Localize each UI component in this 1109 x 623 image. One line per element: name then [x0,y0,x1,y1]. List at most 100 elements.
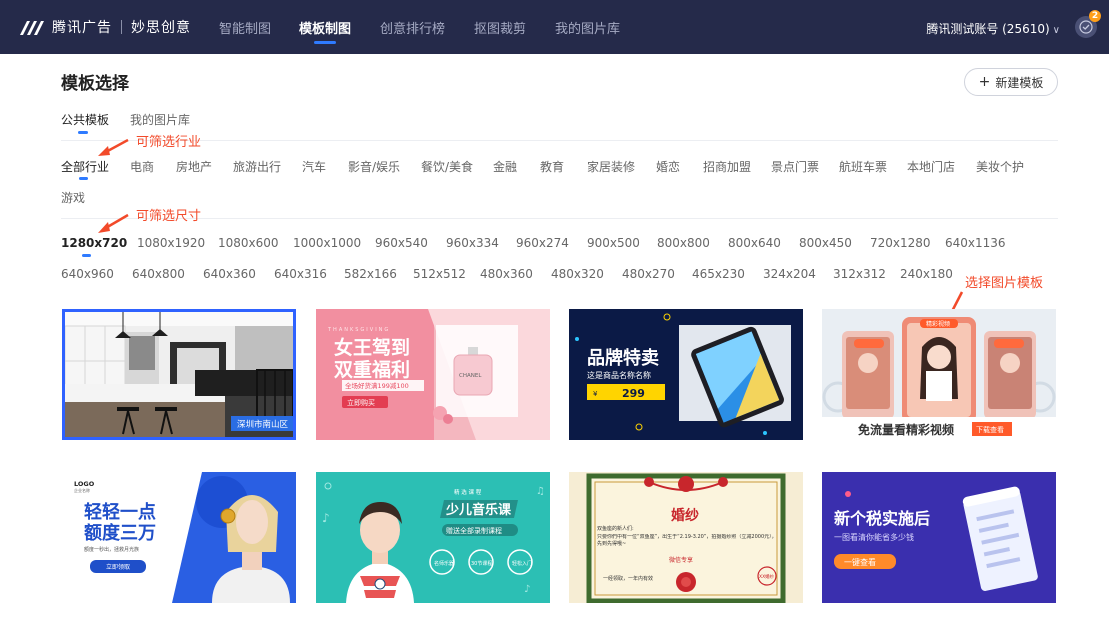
tab-public-templates[interactable]: 公共模板 [61,111,109,128]
template-card-wedding[interactable]: 婚纱 双鱼座的新人们: 只要你們中有一位“双鱼座”，出生于“2.19-3.20”… [569,472,803,603]
tab-my-library[interactable]: 我的图片库 [130,111,190,128]
filter-size[interactable]: 480x270 [622,267,675,281]
svg-text:♫: ♫ [536,486,545,497]
card-cta: 一键查看 [844,557,876,567]
card-video-tag: 精彩视频 [926,320,950,328]
filter-size[interactable]: 960x540 [375,236,428,250]
card-subtitle: 额度一秒出，拯救月光族 [84,546,139,553]
nav-smart-design[interactable]: 智能制图 [219,18,271,37]
nav-cutout-crop[interactable]: 抠图裁剪 [474,18,526,37]
template-thumbnail-video: 精彩视频 免流量看精彩视频 下载查看 [822,309,1056,440]
logo-separator [121,20,122,34]
template-card-video[interactable]: 精彩视频 免流量看精彩视频 下载查看 [822,309,1056,440]
annotation-arrow-icon [98,138,129,156]
filter-size[interactable]: 640x800 [132,267,185,281]
filter-size[interactable]: 1080x600 [218,236,279,250]
filter-size-selected[interactable]: 1280x720 [61,236,127,250]
filter-industry[interactable]: 教育 [540,158,564,175]
filter-industry[interactable]: 游戏 [61,189,85,206]
card-title: 免流量看精彩视频 [858,422,954,437]
filter-industry[interactable]: 本地门店 [907,158,955,175]
template-thumbnail-brand-sale: 品牌特卖 这是商品名称名称 ¥ 299 [569,309,803,440]
new-template-button[interactable]: + 新建模板 [964,68,1058,96]
template-thumbnail-tax: 新个税实施后 一图看清你能省多少钱 一键查看 [822,472,1056,603]
nav-my-library[interactable]: 我的图片库 [555,18,620,37]
brand-logo[interactable]: 腾讯广告 妙思创意 [18,17,191,37]
filter-industry[interactable]: 餐饮/美食 [421,158,473,175]
template-card-music-class[interactable]: ♪ ♫ ♪ 精 选 课 程 少儿音乐课 赠送全部录制课程 名师乐器 30节课程 … [316,472,550,603]
nav-template-design[interactable]: 模板制图 [299,18,351,37]
filter-industry[interactable]: 旅游出行 [233,158,281,175]
new-template-label: 新建模板 [995,75,1044,90]
filter-industry[interactable]: 汽车 [302,158,326,175]
notification-badge: 2 [1089,10,1101,22]
filter-size[interactable]: 240x180 [900,267,953,281]
industry-active-indicator [79,177,88,180]
nav-creative-ranking[interactable]: 创意排行榜 [380,18,445,37]
filter-size[interactable]: 960x274 [516,236,569,250]
template-card-interior[interactable]: 深圳市南山区 [62,309,296,440]
filter-industry[interactable]: 家居装修 [587,158,635,175]
filter-size[interactable]: 800x800 [657,236,710,250]
filter-size[interactable]: 512x512 [413,267,466,281]
card-badge-1: 名师乐器 [434,560,454,567]
card-subtitle: 一图看清你能省多少钱 [834,532,914,542]
filter-size[interactable]: 480x320 [551,267,604,281]
card-title: 新个税实施后 [834,509,930,528]
template-card-finance[interactable]: LOGO 企业名称 轻轻一点 额度三万 额度一秒出，拯救月光族 立即领取 [62,472,296,603]
filter-size[interactable]: 465x230 [692,267,745,281]
filter-industry[interactable]: 婚恋 [656,158,680,175]
template-card-brand-sale[interactable]: 品牌特卖 这是商品名称名称 ¥ 299 [569,309,803,440]
template-card-pink-promo[interactable]: THANKSGIVING 女王驾到 双重福利 全场好货满199减100 立即购买… [316,309,550,440]
annotation-industry: 可筛选行业 [136,135,202,150]
template-card-tax[interactable]: 新个税实施后 一图看清你能省多少钱 一键查看 [822,472,1056,603]
svg-text:♪: ♪ [524,584,530,595]
template-thumbnail-wedding: 婚纱 双鱼座的新人们: 只要你們中有一位“双鱼座”，出生于“2.19-3.20”… [569,472,803,603]
filter-industry[interactable]: 景点门票 [771,158,819,175]
card-logo: LOGO [74,480,95,488]
account-menu[interactable]: 腾讯测试账号 (25610) ∨ [926,20,1060,37]
filter-industry[interactable]: 房地产 [176,158,212,175]
card-price: 299 [622,387,645,400]
filter-size[interactable]: 480x360 [480,267,533,281]
filter-size[interactable]: 800x640 [728,236,781,250]
filter-industry[interactable]: 影音/娱乐 [348,158,400,175]
filter-size[interactable]: 1080x1920 [137,236,205,250]
card-currency: ¥ [593,390,598,398]
card-location-label: 深圳市南山区 [237,419,289,430]
template-thumbnail-pink-promo: THANKSGIVING 女王驾到 双重福利 全场好货满199减100 立即购买… [316,309,550,440]
filter-size[interactable]: 960x334 [446,236,499,250]
template-thumbnail-music-class: ♪ ♫ ♪ 精 选 课 程 少儿音乐课 赠送全部录制课程 名师乐器 30节课程 … [316,472,550,603]
filter-size[interactable]: 900x500 [587,236,640,250]
filter-size[interactable]: 312x312 [833,267,886,281]
card-title-line2: 额度三万 [84,522,156,544]
filter-size[interactable]: 1000x1000 [293,236,361,250]
template-thumbnail-interior: 深圳市南山区 [65,312,293,437]
filter-industry-all[interactable]: 全部行业 [61,158,109,175]
svg-text:♪: ♪ [322,511,330,525]
chevron-down-icon: ∨ [1052,25,1060,36]
card-kicker: 精 选 课 程 [454,488,482,496]
filter-industry[interactable]: 航班车票 [839,158,887,175]
card-badge-3: 轻松入门 [512,560,532,567]
card-title: 少儿音乐课 [445,502,512,518]
filter-industry[interactable]: 招商加盟 [703,158,751,175]
filter-industry[interactable]: 电商 [130,158,154,175]
card-cta: 下载查看 [976,425,1004,434]
card-subtitle: 赠送全部录制课程 [446,526,502,535]
card-title-line1: 轻轻一点 [84,501,156,523]
card-cta: 立即购买 [347,398,375,407]
filter-industry[interactable]: 金融 [493,158,517,175]
filter-size[interactable]: 640x360 [203,267,256,281]
filter-size[interactable]: 582x166 [344,267,397,281]
filter-size[interactable]: 324x204 [763,267,816,281]
filter-size[interactable]: 640x960 [61,267,114,281]
filter-size[interactable]: 640x316 [274,267,327,281]
filter-size[interactable]: 720x1280 [870,236,931,250]
filter-industry[interactable]: 美妆个护 [976,158,1024,175]
filter-size[interactable]: 800x450 [799,236,852,250]
check-circle-icon [1079,20,1093,34]
card-title: 品牌特卖 [587,347,659,369]
divider [61,140,1058,141]
filter-size[interactable]: 640x1136 [945,236,1006,250]
